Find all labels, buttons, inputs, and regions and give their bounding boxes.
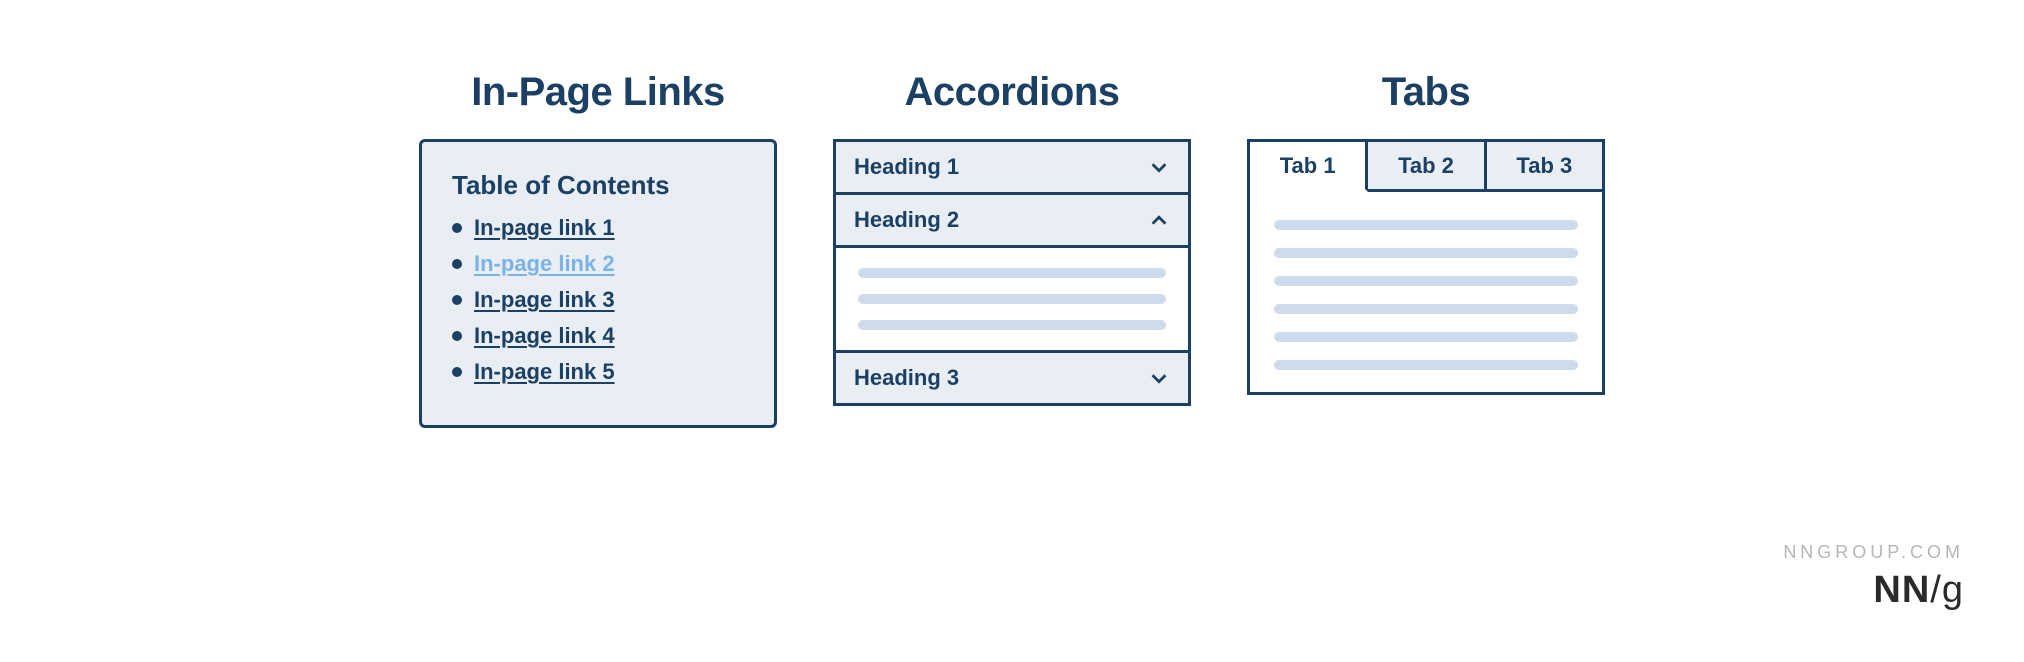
toc-item: In-page link 4 xyxy=(452,323,744,349)
tab-strip: Tab 1 Tab 2 Tab 3 xyxy=(1250,142,1602,192)
placeholder-line xyxy=(858,268,1166,278)
tabs-title: Tabs xyxy=(1382,70,1470,115)
tab-3[interactable]: Tab 3 xyxy=(1487,142,1602,192)
accordion-label: Heading 1 xyxy=(854,154,959,180)
placeholder-line xyxy=(1274,332,1578,342)
placeholder-line xyxy=(1274,304,1578,314)
tab-content xyxy=(1250,192,1602,392)
tabs-section: Tabs Tab 1 Tab 2 Tab 3 xyxy=(1247,70,1605,428)
toc-box: Table of Contents In-page link 1 In-page… xyxy=(419,139,777,428)
toc-item: In-page link 3 xyxy=(452,287,744,313)
chevron-up-icon xyxy=(1148,209,1170,231)
inpage-title: In-Page Links xyxy=(471,70,725,115)
accordion-item-1[interactable]: Heading 1 xyxy=(836,142,1188,195)
toc-list: In-page link 1 In-page link 2 In-page li… xyxy=(452,215,744,385)
inpage-links-section: In-Page Links Table of Contents In-page … xyxy=(419,70,777,428)
accordion-item-2[interactable]: Heading 2 xyxy=(836,195,1188,248)
toc-item: In-page link 2 xyxy=(452,251,744,277)
attribution-url: NNGROUP.COM xyxy=(1783,542,1964,563)
logo-slash: / xyxy=(1930,569,1942,611)
tab-2[interactable]: Tab 2 xyxy=(1368,142,1486,192)
placeholder-line xyxy=(1274,360,1578,370)
placeholder-line xyxy=(858,320,1166,330)
toc-heading: Table of Contents xyxy=(452,170,744,201)
accordions-section: Accordions Heading 1 Heading 2 Headin xyxy=(833,70,1191,428)
chevron-down-icon xyxy=(1148,156,1170,178)
chevron-down-icon xyxy=(1148,367,1170,389)
placeholder-line xyxy=(1274,248,1578,258)
placeholder-line xyxy=(1274,276,1578,286)
accordion-box: Heading 1 Heading 2 Heading 3 xyxy=(833,139,1191,406)
inpage-link-5[interactable]: In-page link 5 xyxy=(474,359,615,385)
accordion-label: Heading 3 xyxy=(854,365,959,391)
accordion-item-3[interactable]: Heading 3 xyxy=(836,353,1188,403)
accordion-content xyxy=(836,248,1188,353)
inpage-link-3[interactable]: In-page link 3 xyxy=(474,287,615,313)
placeholder-line xyxy=(858,294,1166,304)
bullet-icon xyxy=(452,331,462,341)
diagram-container: In-Page Links Table of Contents In-page … xyxy=(0,0,2024,428)
bullet-icon xyxy=(452,295,462,305)
attribution: NNGROUP.COM NN/g xyxy=(1783,542,1964,612)
accordions-title: Accordions xyxy=(904,70,1119,115)
logo-g: g xyxy=(1942,569,1964,611)
bullet-icon xyxy=(452,367,462,377)
tabs-box: Tab 1 Tab 2 Tab 3 xyxy=(1247,139,1605,395)
bullet-icon xyxy=(452,259,462,269)
toc-item: In-page link 5 xyxy=(452,359,744,385)
bullet-icon xyxy=(452,223,462,233)
placeholder-line xyxy=(1274,220,1578,230)
logo-nn: NN xyxy=(1873,569,1930,611)
accordion-label: Heading 2 xyxy=(854,207,959,233)
toc-item: In-page link 1 xyxy=(452,215,744,241)
inpage-link-1[interactable]: In-page link 1 xyxy=(474,215,615,241)
inpage-link-2[interactable]: In-page link 2 xyxy=(474,251,615,277)
attribution-logo: NN/g xyxy=(1783,569,1964,612)
inpage-link-4[interactable]: In-page link 4 xyxy=(474,323,615,349)
tab-1[interactable]: Tab 1 xyxy=(1250,142,1368,192)
